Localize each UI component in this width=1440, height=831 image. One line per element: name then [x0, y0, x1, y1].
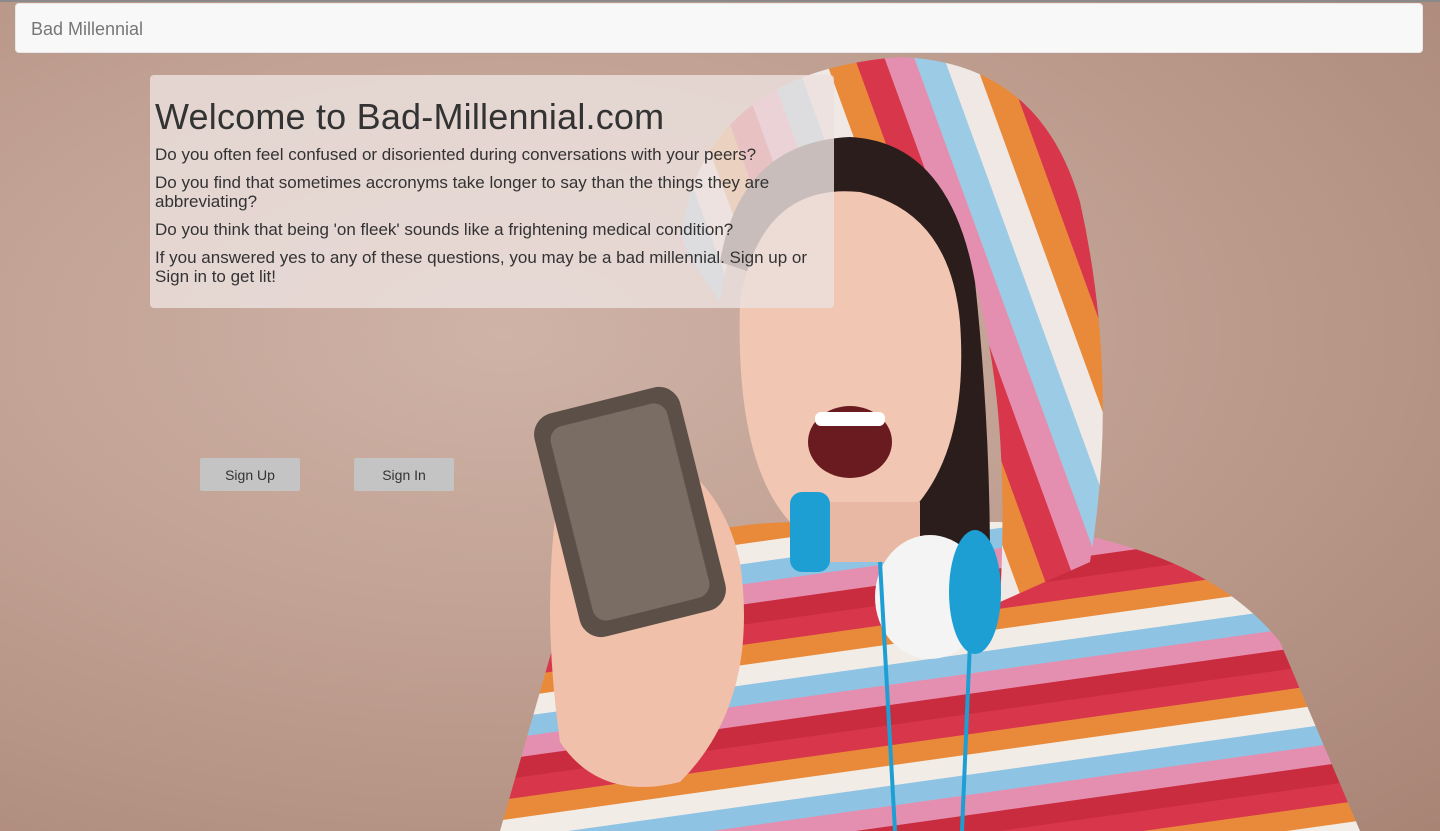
intro-question-3: Do you think that being 'on fleek' sound…	[155, 220, 734, 239]
page-title: Welcome to Bad-Millennial.com	[155, 96, 665, 137]
intro-question-1: Do you often feel confused or disoriente…	[155, 145, 757, 164]
intro-question-2: Do you find that sometimes accronyms tak…	[155, 173, 770, 211]
sign-up-button[interactable]: Sign Up	[200, 458, 300, 491]
top-navbar: Bad Millennial	[15, 3, 1423, 53]
sign-in-button[interactable]: Sign In	[354, 458, 454, 491]
intro-panel: Welcome to Bad-Millennial.com Do you oft…	[150, 75, 834, 308]
intro-call-to-action: If you answered yes to any of these ques…	[155, 248, 808, 286]
brand-link[interactable]: Bad Millennial	[31, 19, 143, 39]
